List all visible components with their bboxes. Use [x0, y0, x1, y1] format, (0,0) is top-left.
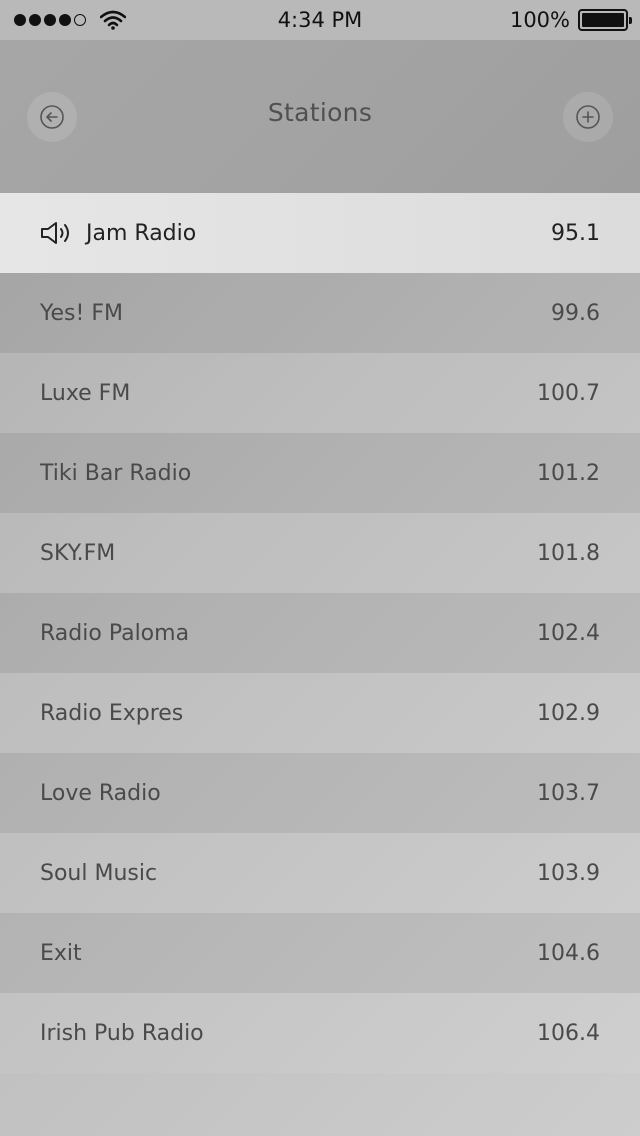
- station-row-jam-radio[interactable]: Jam Radio 95.1: [0, 193, 640, 273]
- signal-dot: [59, 14, 71, 26]
- header: Stations: [0, 40, 640, 193]
- station-name: Jam Radio: [86, 220, 197, 246]
- station-name: Luxe FM: [40, 380, 131, 406]
- station-row[interactable]: Soul Music 103.9: [0, 833, 640, 913]
- station-row[interactable]: Tiki Bar Radio 101.2: [0, 433, 640, 513]
- speaker-icon: [41, 222, 69, 244]
- station-frequency: 99.6: [551, 300, 600, 326]
- battery-fill: [582, 13, 624, 27]
- plus-circle-icon: [576, 105, 600, 129]
- station-frequency: 102.9: [537, 700, 600, 726]
- station-row[interactable]: Irish Pub Radio 106.4: [0, 993, 640, 1073]
- station-row[interactable]: Radio Paloma 102.4: [0, 593, 640, 673]
- station-name: SKY.FM: [40, 540, 116, 566]
- status-bar: 4:34 PM 100%: [0, 0, 640, 40]
- station-name: Tiki Bar Radio: [40, 460, 192, 486]
- signal-dot: [29, 14, 41, 26]
- station-frequency: 102.4: [537, 620, 600, 646]
- battery-percent: 100%: [509, 8, 570, 32]
- page-title: Stations: [267, 98, 373, 127]
- status-left: [14, 10, 126, 30]
- station-frequency: 106.4: [537, 1020, 600, 1046]
- station-frequency: 101.8: [537, 540, 600, 566]
- signal-dot: [44, 14, 56, 26]
- station-row[interactable]: Luxe FM 100.7: [0, 353, 640, 433]
- station-row[interactable]: Yes! FM 99.6: [0, 273, 640, 353]
- station-row[interactable]: Exit 104.6: [0, 913, 640, 993]
- station-name: Soul Music: [40, 860, 158, 886]
- wifi-icon: [100, 10, 126, 30]
- status-right: 100%: [509, 8, 632, 32]
- station-name: Exit: [40, 940, 82, 966]
- station-frequency: 103.7: [537, 780, 600, 806]
- station-list: Jam Radio 95.1 Yes! FM 99.6 Luxe FM 100.…: [0, 193, 640, 1073]
- station-row[interactable]: Radio Expres 102.9: [0, 673, 640, 753]
- station-row[interactable]: Love Radio 103.7: [0, 753, 640, 833]
- add-station-button[interactable]: [563, 92, 613, 142]
- battery-icon: [578, 9, 632, 31]
- station-frequency: 100.7: [537, 380, 600, 406]
- station-name: Love Radio: [40, 780, 161, 806]
- signal-dot: [14, 14, 26, 26]
- station-name: Irish Pub Radio: [40, 1020, 204, 1046]
- signal-strength-icon: [14, 14, 86, 26]
- station-frequency: 103.9: [537, 860, 600, 886]
- station-frequency: 95.1: [551, 220, 600, 246]
- station-name: Radio Paloma: [40, 620, 190, 646]
- station-left: Jam Radio: [40, 220, 196, 246]
- signal-dot-empty: [74, 14, 86, 26]
- station-name: Radio Expres: [40, 700, 184, 726]
- station-name: Yes! FM: [40, 300, 123, 326]
- station-frequency: 101.2: [537, 460, 600, 486]
- station-row[interactable]: SKY.FM 101.8: [0, 513, 640, 593]
- station-frequency: 104.6: [537, 940, 600, 966]
